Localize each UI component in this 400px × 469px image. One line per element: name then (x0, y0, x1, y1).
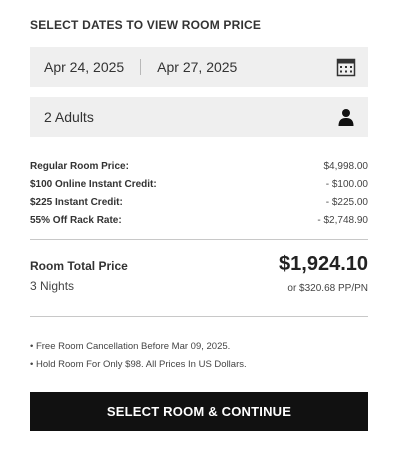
guest-count[interactable]: 2 Adults (44, 109, 94, 125)
price-line-value: - $2,748.90 (317, 214, 368, 226)
price-line-rack-rate: 55% Off Rack Rate: - $2,748.90 (30, 211, 368, 229)
person-icon[interactable] (336, 107, 356, 127)
price-line-value: $4,998.00 (323, 160, 369, 172)
divider (30, 316, 368, 317)
panel-heading: SELECT DATES TO VIEW ROOM PRICE (30, 18, 262, 32)
date-range-picker[interactable]: Apr 24, 2025 Apr 27, 2025 (30, 47, 368, 87)
price-breakdown: Regular Room Price: $4,998.00 $100 Onlin… (30, 157, 368, 229)
price-line-regular: Regular Room Price: $4,998.00 (30, 157, 368, 175)
guest-selector[interactable]: 2 Adults (30, 97, 368, 137)
check-in-date[interactable]: Apr 24, 2025 (44, 59, 124, 75)
divider (30, 239, 368, 240)
cancellation-note: • Free Room Cancellation Before Mar 09, … (30, 341, 231, 352)
total-price: $1,924.10 (279, 253, 368, 275)
nights-count: 3 Nights (30, 279, 75, 293)
price-line-value: - $225.00 (325, 196, 368, 208)
price-line-online-credit: $100 Online Instant Credit: - $100.00 (30, 175, 368, 193)
per-person-price: or $320.68 PP/PN (287, 283, 368, 294)
room-price-panel: SELECT DATES TO VIEW ROOM PRICE Apr 24, … (0, 0, 400, 469)
date-divider (140, 59, 142, 75)
hold-room-note: • Hold Room For Only $98. All Prices In … (30, 359, 247, 370)
price-line-label: 55% Off Rack Rate: (30, 214, 122, 226)
price-line-instant-credit: $225 Instant Credit: - $225.00 (30, 193, 368, 211)
select-room-continue-button[interactable]: SELECT ROOM & CONTINUE (30, 392, 368, 431)
check-out-date[interactable]: Apr 27, 2025 (157, 59, 237, 75)
total-label: Room Total Price (30, 259, 128, 273)
price-line-label: Regular Room Price: (30, 160, 129, 172)
price-line-label: $100 Online Instant Credit: (30, 178, 157, 190)
calendar-icon[interactable] (336, 57, 356, 77)
price-line-value: - $100.00 (325, 178, 368, 190)
price-line-label: $225 Instant Credit: (30, 196, 123, 208)
